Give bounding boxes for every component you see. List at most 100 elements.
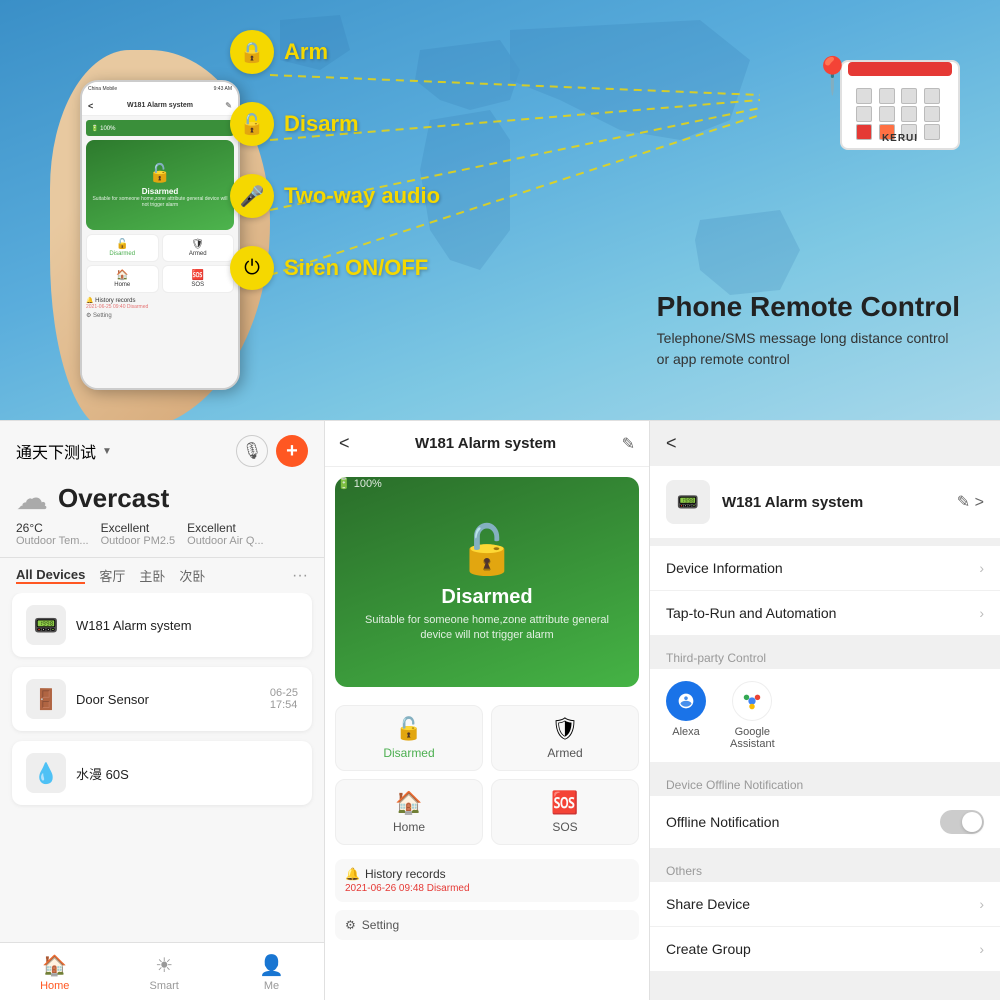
pm-label: Outdoor PM2.5 [101,535,176,547]
p2-status-area: 🔋 100% 🔓 Disarmed Suitable for someone h… [335,477,639,687]
p2-title: W181 Alarm system [358,435,614,452]
map-pin: 📍 [810,55,855,97]
device-time: 06-2517:54 [270,687,298,711]
panel-alarm-detail: < W181 Alarm system ✎ 🔋 100% 🔓 Disarmed … [325,421,650,1000]
panel-device-settings: < 📟 W181 Alarm system ✎ > Device Informa… [650,421,1000,1000]
p3-device-header: 📟 W181 Alarm system ✎ > [650,466,1000,538]
home-title-row[interactable]: 通天下测试 ▼ [16,439,112,463]
battery-indicator: 🔋 100% [337,477,382,490]
hero-title: Phone Remote Control [657,291,960,323]
p2-ctrl-armed[interactable]: 🛡 Armed [491,705,639,771]
hero-phone: China Mobile 9:43 AM < W181 Alarm system… [30,60,230,420]
p3-offline-title: Device Offline Notification [650,770,1000,796]
disarmed-icon: 🔓 [395,716,422,742]
hero-label-audio: 🎤 Two-way audio [230,174,440,218]
p3-row-share-device[interactable]: Share Device › [650,882,1000,927]
device-icon: 📟 [26,605,66,645]
p2-history[interactable]: 🔔 History records 2021-06-26 09:48 Disar… [335,859,639,902]
p2-ctrl-home[interactable]: 🏠 Home [335,779,483,845]
sos-icon: 🆘 [551,790,578,816]
offline-notification-label: Offline Notification [666,814,940,830]
tab-living-room[interactable]: 客厅 [99,566,125,585]
p3-device-icon: 📟 [666,480,710,524]
chevron-right-icon: › [979,941,984,957]
armed-label: Armed [547,746,582,760]
home-nav-icon: 🏠 [42,953,67,978]
tab-master-bedroom[interactable]: 主卧 [139,566,165,585]
me-nav-icon: 👤 [259,953,284,978]
p2-status-text: Disarmed [441,586,532,609]
device-tabs: All Devices 客厅 主卧 次卧 ··· [0,566,324,593]
list-item[interactable]: 🚪 Door Sensor 06-2517:54 [12,667,312,731]
nav-home-label: Home [40,980,69,992]
sos-label: SOS [552,820,577,834]
add-device-button[interactable]: + [276,435,308,467]
google-assistant-item[interactable]: GoogleAssistant [730,681,775,750]
p2-ctrl-sos[interactable]: 🆘 SOS [491,779,639,845]
p3-header: < [650,421,1000,466]
alexa-icon [666,681,706,721]
p2-lock-icon: 🔓 [457,521,517,578]
offline-toggle[interactable] [940,810,984,834]
nav-me-label: Me [264,980,279,992]
hero-section: China Mobile 9:43 AM < W181 Alarm system… [0,0,1000,420]
p3-others-title: Others [650,856,1000,882]
smart-nav-icon: ☀ [155,953,173,978]
nav-smart[interactable]: ☀ Smart [150,953,179,992]
p3-offline-section: Offline Notification [650,796,1000,848]
p2-history-value: 2021-06-26 09:48 Disarmed [345,883,629,894]
chevron-down-icon: ▼ [102,446,112,457]
home-ctrl-icon: 🏠 [395,790,422,816]
nav-home[interactable]: 🏠 Home [40,953,69,992]
device-name: Door Sensor [76,692,260,707]
hero-subtitle: Telephone/SMS message long distance cont… [657,328,960,370]
device-icon: 💧 [26,753,66,793]
p3-row-device-info[interactable]: Device Information › [650,546,1000,591]
hero-label-arm: 🔒 Arm [230,30,440,74]
home-ctrl-label: Home [393,820,425,834]
nav-me[interactable]: 👤 Me [259,953,284,992]
weather-details: 26°C Outdoor Tem... Excellent Outdoor PM… [16,521,308,547]
hero-labels: 🔒 Arm 🔓 Disarm 🎤 Two-way audio ⏻ Siren O… [230,30,440,318]
device-info: Door Sensor [76,692,260,707]
home-title-text: 通天下测试 [16,439,96,463]
p2-status-sub: Suitable for someone home,zone attribute… [335,613,639,644]
p2-back-button[interactable]: < [339,433,350,454]
armed-icon: 🛡 [551,716,579,742]
p2-history-title: 🔔 History records [345,867,629,881]
google-assistant-icon [732,681,772,721]
device-info: W181 Alarm system [76,618,298,633]
panel1-header: 通天下测试 ▼ 🎙 + [0,421,324,475]
p3-main-rows: Device Information › Tap-to-Run and Auto… [650,546,1000,635]
p3-edit-button[interactable]: ✎ > [957,492,984,512]
hero-label-disarm: 🔓 Disarm [230,102,440,146]
p3-offline-row[interactable]: Offline Notification [650,796,1000,848]
p2-setting[interactable]: ⚙ Setting [335,910,639,940]
nav-smart-label: Smart [150,980,179,992]
p3-row-automation[interactable]: Tap-to-Run and Automation › [650,591,1000,635]
tab-second-bedroom[interactable]: 次卧 [179,566,205,585]
list-item[interactable]: 💧 水漫 60S [12,741,312,805]
chevron-right-icon: › [979,896,984,912]
p3-others-section: Share Device › Create Group › [650,882,1000,971]
p3-back-button[interactable]: < [666,433,677,454]
temp-label: Outdoor Tem... [16,535,89,547]
list-item[interactable]: 📟 W181 Alarm system [12,593,312,657]
p3-third-party: Alexa GoogleAssistant [650,669,1000,762]
device-list: 📟 W181 Alarm system 🚪 Door Sensor 06-251… [0,593,324,942]
mic-button[interactable]: 🎙 [236,435,268,467]
weather-label: Overcast [58,483,169,514]
p2-edit-button[interactable]: ✎ [622,434,635,454]
alexa-item[interactable]: Alexa [666,681,706,750]
more-tabs-button[interactable]: ··· [292,567,308,585]
gear-icon: ⚙ [345,918,356,932]
share-device-label: Share Device [666,896,979,912]
panels-container: 通天下测试 ▼ 🎙 + ☁ Overcast 26°C Outdoor Tem.… [0,420,1000,1000]
p2-ctrl-disarmed[interactable]: 🔓 Disarmed [335,705,483,771]
tab-all-devices[interactable]: All Devices [16,567,85,584]
p3-row-create-group[interactable]: Create Group › [650,927,1000,971]
chevron-right-icon: › [979,560,984,576]
pm-value: Excellent [101,521,176,535]
device-info: 水漫 60S [76,764,298,783]
weather-block: ☁ Overcast 26°C Outdoor Tem... Excellent… [0,475,324,557]
